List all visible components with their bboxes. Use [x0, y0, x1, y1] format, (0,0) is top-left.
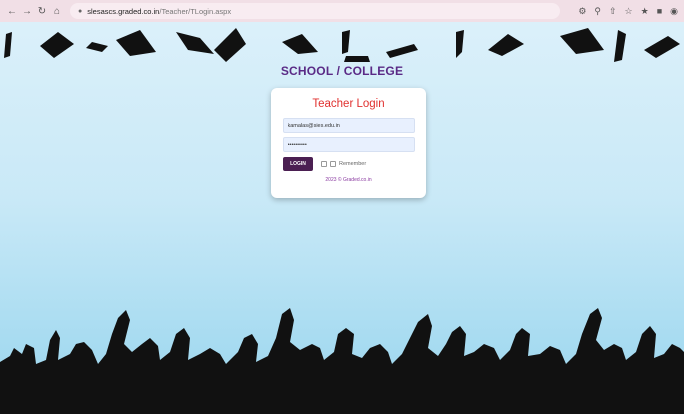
login-card: Teacher Login LOGIN Remember 2023 © Grad… — [271, 88, 426, 198]
remember-label: Remember — [339, 161, 367, 167]
forward-icon[interactable]: → — [21, 4, 33, 18]
email-field[interactable] — [282, 118, 415, 133]
reload-icon[interactable]: ↻ — [36, 4, 48, 18]
login-page: SCHOOL / COLLEGE Teacher Login LOGIN Rem… — [0, 22, 684, 414]
key-icon[interactable]: ⚙ — [578, 6, 586, 17]
browser-right-icons: ⚙ ⚲ ⇧ ☆ ★ ■ ◉ — [578, 6, 678, 17]
login-heading: Teacher Login — [312, 98, 385, 110]
back-icon[interactable]: ← — [6, 4, 18, 18]
browser-toolbar: ← → ↻ ⌂ ● slesascs.graded.co.in /Teacher… — [0, 0, 684, 22]
copyright-text: 2023 © Graded.co.in — [325, 177, 372, 183]
password-field[interactable] — [282, 137, 415, 152]
crowd-silhouette-decoration — [0, 308, 684, 414]
extensions-icon[interactable]: ★ — [641, 6, 649, 17]
url-host: slesascs.graded.co.in — [87, 6, 160, 16]
url-path: /Teacher/TLogin.aspx — [159, 6, 232, 16]
remember-checkbox[interactable] — [330, 161, 336, 167]
sidebar-icon[interactable]: ■ — [657, 6, 662, 16]
share-icon[interactable]: ⇧ — [609, 6, 617, 17]
login-actions-row: LOGIN Remember — [283, 157, 416, 171]
lock-icon: ● — [78, 7, 83, 15]
site-title: SCHOOL / COLLEGE — [280, 64, 404, 78]
remember-checkbox-outer[interactable] — [321, 161, 327, 167]
home-icon[interactable]: ⌂ — [51, 4, 63, 18]
zoom-icon[interactable]: ⚲ — [594, 6, 601, 17]
address-bar[interactable]: ● slesascs.graded.co.in /Teacher/TLogin.… — [70, 3, 560, 19]
star-icon[interactable]: ☆ — [625, 6, 633, 17]
profile-icon[interactable]: ◉ — [670, 6, 678, 17]
login-button[interactable]: LOGIN — [283, 157, 313, 171]
